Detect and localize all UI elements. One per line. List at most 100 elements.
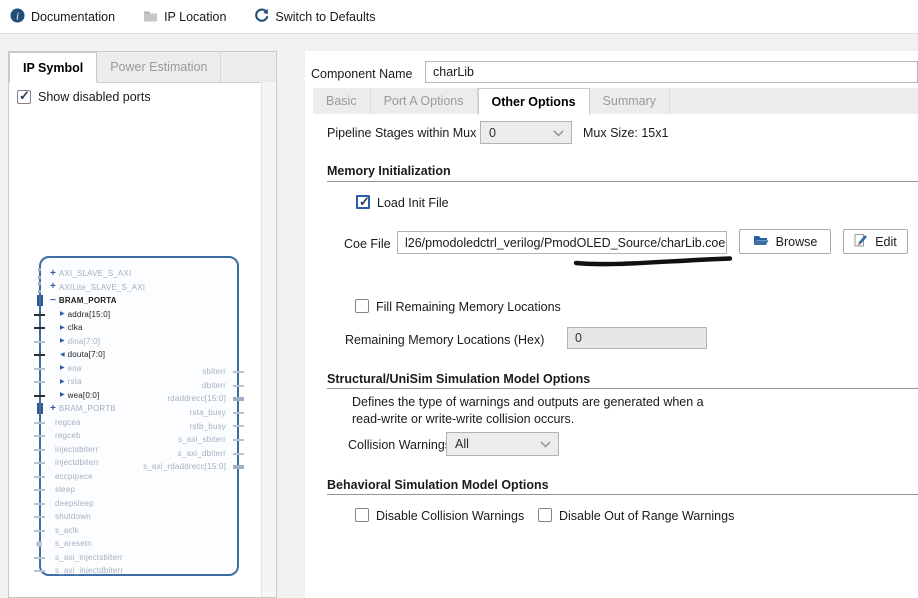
collision-warnings-value: All xyxy=(455,437,469,451)
disable-collision-warnings-checkbox[interactable] xyxy=(355,508,369,522)
info-icon: i xyxy=(10,8,25,26)
ip-pin-rstb_busy[interactable]: rstb_busy xyxy=(41,419,237,433)
input-pin-icon: ▶ xyxy=(60,325,65,331)
remaining-hex-label: Remaining Memory Locations (Hex) xyxy=(345,333,544,347)
left-panel-scrollbar[interactable] xyxy=(261,82,276,597)
ip-pin-s_axi_rdaddrecc[15:0][interactable]: s_axi_rdaddrecc[15:0] xyxy=(41,460,237,474)
interface-marker-solid-icon xyxy=(37,295,43,306)
pin-label: s_aresetn xyxy=(55,539,92,548)
pin-label: rdaddrecc[15:0] xyxy=(167,394,226,403)
ip-pin-rdaddrecc[15:0][interactable]: rdaddrecc[15:0] xyxy=(41,392,237,406)
pin-label: AXILite_SLAVE_S_AXI xyxy=(59,283,145,292)
ip-pin-clka[interactable]: ▶clka xyxy=(41,321,237,335)
pin-stub xyxy=(34,341,45,343)
section-divider xyxy=(327,494,918,495)
ip-pin-douta[7:0][interactable]: ◀douta[7:0] xyxy=(41,348,237,362)
ip-location-button[interactable]: IP Location xyxy=(143,9,226,25)
pin-label: s_aclk xyxy=(55,526,79,535)
mux-size-label: Mux Size: 15x1 xyxy=(583,126,668,140)
structural-description-line2: read-write or write-write collision occu… xyxy=(352,412,574,426)
tab-other-options[interactable]: Other Options xyxy=(478,88,590,115)
tab-basic[interactable]: Basic xyxy=(313,88,371,114)
ip-location-label: IP Location xyxy=(164,10,226,24)
pin-label: s_axi_injectdbiterr xyxy=(55,566,123,575)
ip-pin-s_axi_dbiterr[interactable]: s_axi_dbiterr xyxy=(41,447,237,461)
ip-pin-s_aresetn[interactable]: s_aresetn xyxy=(41,537,237,551)
component-name-input[interactable]: charLib xyxy=(425,61,918,83)
pin-label: s_axi_injectsbiterr xyxy=(55,553,123,562)
ip-pin-sbiterr[interactable]: sbiterr xyxy=(41,365,237,379)
ip-pin-shutdown[interactable]: shutdown xyxy=(41,510,237,524)
disable-out-of-range-checkbox[interactable] xyxy=(538,508,552,522)
output-pin-icon: ◀ xyxy=(60,352,65,358)
ip-pin-addra[15:0][interactable]: ▶addra[15:0] xyxy=(41,308,237,322)
load-init-file-label: Load Init File xyxy=(377,196,449,210)
ip-pin-s_axi_sbiterr[interactable]: s_axi_sbiterr xyxy=(41,433,237,447)
pin-stub xyxy=(233,453,244,455)
show-disabled-ports-checkbox[interactable] xyxy=(17,90,31,104)
pin-stub xyxy=(34,489,45,491)
ip-pin-BRAM_PORTA[interactable]: −BRAM_PORTA xyxy=(41,294,237,308)
load-init-file-checkbox[interactable] xyxy=(356,195,370,209)
pin-stub xyxy=(233,371,244,373)
ip-pin-s_axi_injectsbiterr[interactable]: s_axi_injectsbiterr xyxy=(41,551,237,565)
chevron-down-icon xyxy=(540,441,551,448)
ip-pin-deepsleep[interactable]: deepsleep xyxy=(41,497,237,511)
remaining-hex-input[interactable]: 0 xyxy=(567,327,707,349)
pin-stub xyxy=(34,327,45,329)
pin-label: BRAM_PORTA xyxy=(59,296,117,305)
ip-symbol-right-pins: sbiterr dbiterrrdaddrecc[15:0] rsta_busyrs… xyxy=(41,365,237,474)
expand-icon[interactable]: + xyxy=(50,282,56,292)
ip-pin-AXI_SLAVE_S_AXI[interactable]: +AXI_SLAVE_S_AXI xyxy=(41,267,237,281)
ip-pin-sleep[interactable]: sleep xyxy=(41,483,237,497)
documentation-button[interactable]: i Documentation xyxy=(10,8,115,26)
section-divider xyxy=(327,388,918,389)
edit-label: Edit xyxy=(875,235,897,249)
tab-ip-symbol[interactable]: IP Symbol xyxy=(9,52,97,83)
top-toolbar: i Documentation IP Location Switch to De… xyxy=(0,0,918,34)
svg-text:i: i xyxy=(16,10,19,22)
coe-file-input[interactable]: l26/pmodoledctrl_verilog/PmodOLED_Source… xyxy=(397,231,727,254)
expand-icon[interactable]: + xyxy=(50,269,56,279)
switch-to-defaults-button[interactable]: Switch to Defaults xyxy=(254,8,375,26)
coe-file-label: Coe File xyxy=(344,237,391,251)
input-pin-icon: ▶ xyxy=(60,311,65,317)
collision-warnings-dropdown[interactable]: All xyxy=(446,432,559,456)
browse-button[interactable]: Browse xyxy=(739,229,831,254)
ip-pin-dbiterr[interactable]: dbiterr xyxy=(41,379,237,393)
pin-stub xyxy=(34,476,45,478)
pin-label: AXI_SLAVE_S_AXI xyxy=(59,269,132,278)
other-options-content: Pipeline Stages within Mux 0 Mux Size: 1… xyxy=(313,114,918,598)
ip-pin-s_axi_injectdbiterr[interactable]: s_axi_injectdbiterr xyxy=(41,564,237,578)
tab-port-a-options[interactable]: Port A Options xyxy=(371,88,478,114)
pin-label: sleep xyxy=(55,485,75,494)
show-disabled-ports-label: Show disabled ports xyxy=(38,90,151,104)
pin-label: s_axi_sbiterr xyxy=(178,435,226,444)
tab-power-estimation[interactable]: Power Estimation xyxy=(97,52,221,82)
edit-button[interactable]: Edit xyxy=(843,229,908,254)
ip-pin-rsta_busy[interactable]: rsta_busy xyxy=(41,406,237,420)
collapse-icon[interactable]: − xyxy=(50,296,56,306)
refresh-icon xyxy=(254,8,269,26)
ip-pin-s_aclk[interactable]: s_aclk xyxy=(41,524,237,538)
folder-icon xyxy=(143,9,158,25)
pin-label: dina[7:0] xyxy=(68,337,101,346)
fill-remaining-checkbox[interactable] xyxy=(355,299,369,313)
pin-stub xyxy=(34,314,45,316)
pin-stub xyxy=(233,425,244,427)
show-disabled-ports-row: Show disabled ports xyxy=(17,90,151,104)
component-name-label: Component Name xyxy=(311,67,412,81)
tab-summary[interactable]: Summary xyxy=(590,88,670,114)
memory-initialization-title: Memory Initialization xyxy=(327,164,451,178)
browse-label: Browse xyxy=(776,235,818,249)
pipeline-stages-dropdown[interactable]: 0 xyxy=(480,121,572,144)
ip-pin-dina[7:0][interactable]: ▶dina[7:0] xyxy=(41,335,237,349)
pin-label: sbiterr xyxy=(202,367,226,376)
options-tabs: Basic Port A Options Other Options Summa… xyxy=(313,88,918,115)
ip-pin-AXILite_SLAVE_S_AXI[interactable]: +AXILite_SLAVE_S_AXI xyxy=(41,281,237,295)
pin-stub xyxy=(233,412,244,414)
pin-stub xyxy=(34,557,45,559)
interface-marker-dotted-icon xyxy=(38,268,41,279)
pin-label: deepsleep xyxy=(55,499,94,508)
ip-symbol-panel: IP Symbol Power Estimation Show disabled… xyxy=(8,51,277,598)
